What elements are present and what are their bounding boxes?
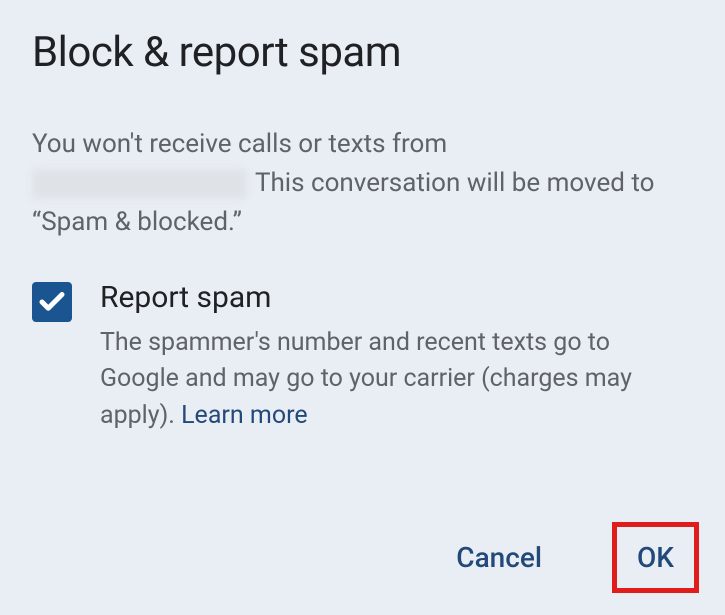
report-spam-option: Report spam The spammer's number and rec…: [32, 280, 693, 434]
redacted-phone-number: [32, 169, 247, 199]
dialog-actions: Cancel OK: [434, 522, 699, 593]
dialog-title: Block & report spam: [32, 28, 693, 77]
checkbox-description-text: The spammer's number and recent texts go…: [100, 328, 632, 430]
checkmark-icon: [37, 287, 67, 317]
ok-button-highlight: OK: [612, 522, 699, 593]
report-spam-label: Report spam: [100, 280, 693, 315]
dialog-description: You won't receive calls or texts from Th…: [32, 125, 693, 242]
report-spam-description: The spammer's number and recent texts go…: [100, 325, 693, 434]
learn-more-link[interactable]: Learn more: [181, 401, 307, 430]
description-text-before: You won't receive calls or texts from: [32, 129, 447, 159]
checkbox-content: Report spam The spammer's number and rec…: [100, 280, 693, 434]
report-spam-checkbox[interactable]: [32, 282, 72, 322]
cancel-button[interactable]: Cancel: [434, 527, 564, 588]
ok-button[interactable]: OK: [617, 527, 694, 588]
